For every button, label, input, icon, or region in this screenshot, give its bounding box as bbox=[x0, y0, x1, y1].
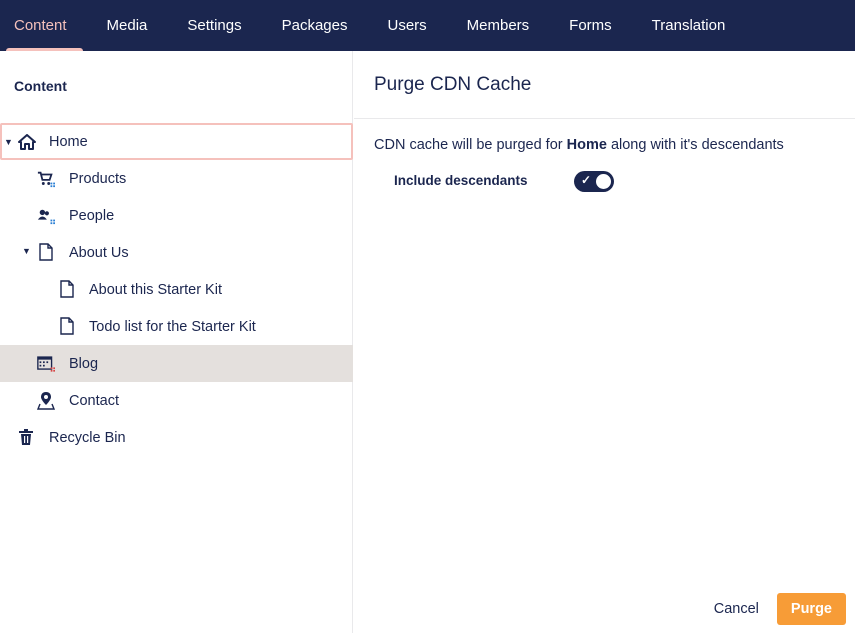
include-descendants-label: Include descendants bbox=[394, 173, 528, 188]
panel-footer: Cancel Purge bbox=[714, 593, 846, 625]
trash-icon bbox=[17, 428, 35, 446]
toggle-knob bbox=[596, 174, 611, 189]
description-suffix: along with it's descendants bbox=[606, 137, 784, 153]
tab-packages[interactable]: Packages bbox=[262, 0, 368, 51]
cancel-button[interactable]: Cancel bbox=[714, 595, 759, 623]
document-icon bbox=[37, 243, 55, 261]
document-icon bbox=[58, 317, 76, 335]
tab-content[interactable]: Content bbox=[0, 0, 87, 51]
tab-translation[interactable]: Translation bbox=[632, 0, 746, 51]
tab-users[interactable]: Users bbox=[367, 0, 446, 51]
tree-item-blog[interactable]: Blog bbox=[0, 345, 353, 382]
panel-title: Purge CDN Cache bbox=[374, 74, 532, 95]
check-icon: ✓ bbox=[581, 173, 592, 187]
caret-down-icon[interactable]: ▼ bbox=[4, 137, 13, 147]
tree-item-people[interactable]: People bbox=[0, 197, 353, 234]
content-tree-sidebar: Content ▼ Home Products People ▼ About U… bbox=[0, 51, 353, 633]
sidebar-title: Content bbox=[14, 78, 67, 94]
purge-button[interactable]: Purge bbox=[776, 593, 846, 625]
panel-header: Purge CDN Cache bbox=[354, 51, 855, 119]
caret-down-icon[interactable]: ▼ bbox=[22, 246, 31, 256]
tree-item-label: Recycle Bin bbox=[49, 429, 126, 446]
calendar-icon bbox=[37, 354, 55, 372]
tree-item-products[interactable]: Products bbox=[0, 160, 353, 197]
tree-item-todo-list[interactable]: Todo list for the Starter Kit bbox=[0, 308, 353, 345]
tree-item-label: Home bbox=[49, 133, 88, 150]
tab-forms[interactable]: Forms bbox=[549, 0, 632, 51]
description-prefix: CDN cache will be purged for bbox=[374, 137, 567, 153]
tree-item-contact[interactable]: Contact bbox=[0, 382, 353, 419]
document-icon bbox=[58, 280, 76, 298]
tab-settings[interactable]: Settings bbox=[167, 0, 261, 51]
tree-item-home[interactable]: ▼ Home bbox=[0, 123, 353, 160]
tree-item-label: Todo list for the Starter Kit bbox=[89, 318, 256, 335]
tree-item-label: Products bbox=[69, 170, 127, 187]
tree-item-about-us[interactable]: ▼ About Us bbox=[0, 234, 353, 271]
tree-item-about-this-starter-kit[interactable]: About this Starter Kit bbox=[0, 271, 353, 308]
tree-item-label: People bbox=[69, 207, 115, 224]
tree-item-label: Blog bbox=[69, 355, 99, 372]
shopping-cart-icon bbox=[37, 170, 55, 188]
home-icon bbox=[18, 133, 36, 151]
purge-description: CDN cache will be purged for Home along … bbox=[374, 137, 784, 153]
include-descendants-toggle[interactable]: ✓ bbox=[574, 171, 614, 192]
tab-media[interactable]: Media bbox=[87, 0, 168, 51]
tree-item-label: Contact bbox=[69, 392, 119, 409]
tree-item-label: About Us bbox=[69, 244, 129, 261]
purge-cdn-panel: Purge CDN Cache CDN cache will be purged… bbox=[354, 51, 855, 633]
tree-item-label: About this Starter Kit bbox=[89, 281, 222, 298]
people-icon bbox=[37, 207, 55, 225]
top-navigation: Content Media Settings Packages Users Me… bbox=[0, 0, 855, 51]
tab-members[interactable]: Members bbox=[447, 0, 550, 51]
map-pin-icon bbox=[37, 391, 55, 410]
tree-item-recycle-bin[interactable]: Recycle Bin bbox=[0, 419, 353, 456]
description-node-name: Home bbox=[566, 137, 607, 153]
